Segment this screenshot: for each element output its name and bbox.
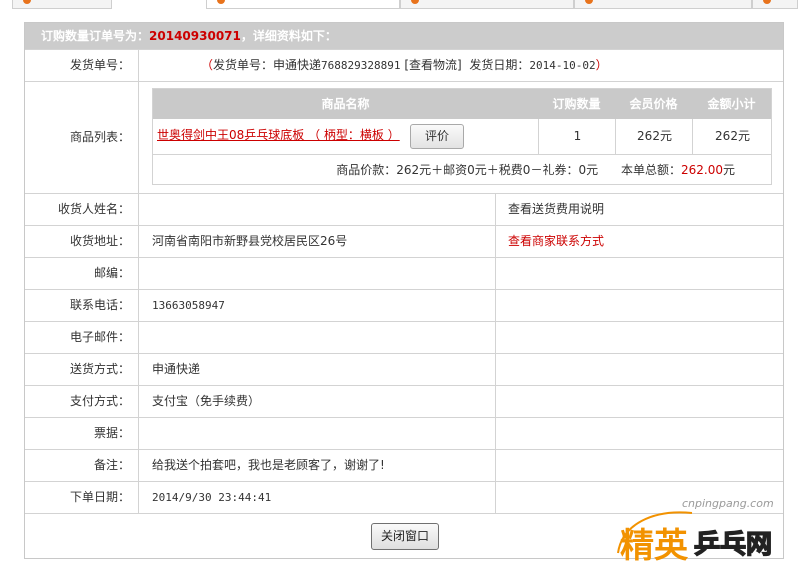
product-link[interactable]: 世奥得剑中王08乒乓球底板 （ 柄型：横板 ） (157, 119, 400, 152)
col-name: 商品名称 (321, 97, 370, 111)
ship-date: 2014-10-02 (529, 59, 596, 72)
order-header-suffix: ，详细资料如下： (240, 29, 337, 43)
order-summary: 商品价款：262元＋邮资0元＋税费0－礼券：0元 本单总额：262.00元 (336, 155, 735, 185)
right-cell (495, 386, 785, 417)
tab[interactable] (400, 0, 574, 9)
email-row: 电子邮件： (25, 321, 783, 353)
order-date-value: 2014/9/30 23:44:41 (152, 491, 272, 504)
tab[interactable] (12, 0, 112, 9)
address-row: 收货地址： 河南省南阳市新野县党校居民区26号 查看商家联系方式 (25, 225, 783, 257)
product-qty: 1 (538, 119, 616, 154)
col-subtotal: 金额小计 (707, 97, 756, 111)
paren-open: （ (201, 58, 214, 72)
track-shipment-link[interactable]: [查看物流] (404, 58, 461, 72)
invoice-row: 票据： (25, 417, 783, 449)
receiver-row: 收货人姓名： 查看送货费用说明 (25, 193, 783, 225)
tab-active[interactable] (206, 0, 400, 9)
order-header-prefix: 订购数量订单号为： (41, 29, 150, 43)
delivery-label: 送货方式： (25, 354, 139, 385)
shipping-carrier: 发货单号：申通快递 (213, 58, 322, 72)
close-window-button[interactable]: 关闭窗口 (371, 523, 439, 550)
delivery-row: 送货方式： 申通快递 (25, 353, 783, 385)
zip-row: 邮编： (25, 257, 783, 289)
product-list-label: 商品列表： (25, 82, 139, 193)
paren-close: ） (595, 58, 608, 72)
shipping-value: （发货单号：申通快递768829328891 [查看物流] 发货日期：2014-… (201, 50, 608, 81)
phone-label: 联系电话： (25, 290, 139, 321)
total-label: 本单总额： (620, 163, 681, 177)
shipping-row: 发货单号： （发货单号：申通快递768829328891 [查看物流] 发货日期… (25, 49, 783, 81)
address-label: 收货地址： (25, 226, 139, 257)
tracking-number: 768829328891 (321, 59, 401, 72)
remark-row: 备注： 给我送个拍套吧，我也是老顾客了，谢谢了! (25, 449, 783, 481)
phone-value: 13663058947 (152, 299, 225, 312)
shipping-label: 发货单号： (25, 50, 139, 81)
order-number: 20140930071 (149, 29, 241, 43)
browser-tabstrip (0, 0, 798, 9)
shipping-fee-note-link[interactable]: 查看送货费用说明 (496, 194, 785, 225)
receiver-label: 收货人姓名： (25, 194, 139, 225)
product-table: 商品名称 订购数量 会员价格 金额小计 世奥得剑中王08乒乓球底板 （ 柄型：横… (152, 88, 772, 185)
tab-icon (411, 0, 419, 4)
right-cell: 查看商家联系方式 (495, 226, 785, 257)
right-cell (495, 258, 785, 289)
logo-text-sub: 乒乓网 (694, 530, 772, 560)
table-row: 世奥得剑中王08乒乓球底板 （ 柄型：横板 ） 评价 1 262元 262元 (153, 119, 771, 155)
product-table-header: 商品名称 订购数量 会员价格 金额小计 (153, 89, 771, 119)
payment-value: 支付宝（免手续费） (152, 394, 261, 408)
remark-label: 备注： (25, 450, 139, 481)
right-cell (495, 290, 785, 321)
order-detail-panel: 订购数量订单号为：20140930071，详细资料如下： 发货单号： （发货单号… (24, 22, 784, 559)
product-name-cell: 世奥得剑中王08乒乓球底板 （ 柄型：横板 ） 评价 (153, 119, 538, 154)
right-cell (495, 322, 785, 353)
right-cell: 查看送货费用说明 (495, 194, 785, 225)
site-logo: 精英 乒乓网 (617, 511, 773, 566)
logo-text-main: 精英 (620, 526, 689, 566)
payment-row: 支付方式： 支付宝（免手续费） (25, 385, 783, 417)
right-cell (495, 354, 785, 385)
total-amount: 262.00 (680, 163, 723, 177)
address-value: 河南省南阳市新野县党校居民区26号 (152, 234, 348, 248)
tab-icon (585, 0, 593, 4)
tab-icon (763, 0, 771, 4)
zip-label: 邮编： (25, 258, 139, 289)
merchant-contact-link[interactable]: 查看商家联系方式 (496, 226, 785, 257)
phone-row: 联系电话： 13663058947 (25, 289, 783, 321)
col-price: 会员价格 (629, 97, 678, 111)
right-cell (495, 450, 785, 481)
ship-date-label: 发货日期： (469, 58, 530, 72)
tab-icon (23, 0, 31, 4)
tab-icon (217, 0, 225, 4)
invoice-label: 票据： (25, 418, 139, 449)
tab[interactable] (574, 0, 752, 9)
col-qty: 订购数量 (552, 97, 601, 111)
product-price: 262元 (615, 119, 693, 154)
order-date-label: 下单日期： (25, 482, 139, 513)
payment-label: 支付方式： (25, 386, 139, 417)
tab[interactable] (752, 0, 798, 9)
product-subtotal: 262元 (692, 119, 772, 154)
price-breakdown: 商品价款：262元＋邮资0元＋税费0－礼券：0元 (336, 163, 599, 177)
delivery-value: 申通快递 (152, 362, 201, 376)
right-cell (495, 418, 785, 449)
email-label: 电子邮件： (25, 322, 139, 353)
order-header: 订购数量订单号为：20140930071，详细资料如下： (25, 23, 783, 49)
remark-value: 给我送个拍套吧，我也是老顾客了，谢谢了! (152, 458, 385, 472)
total-unit: 元 (722, 163, 735, 177)
review-button[interactable]: 评价 (410, 124, 464, 149)
product-list-row: 商品列表： 商品名称 订购数量 会员价格 金额小计 世奥得剑中王08乒乓球底板 … (25, 81, 783, 193)
